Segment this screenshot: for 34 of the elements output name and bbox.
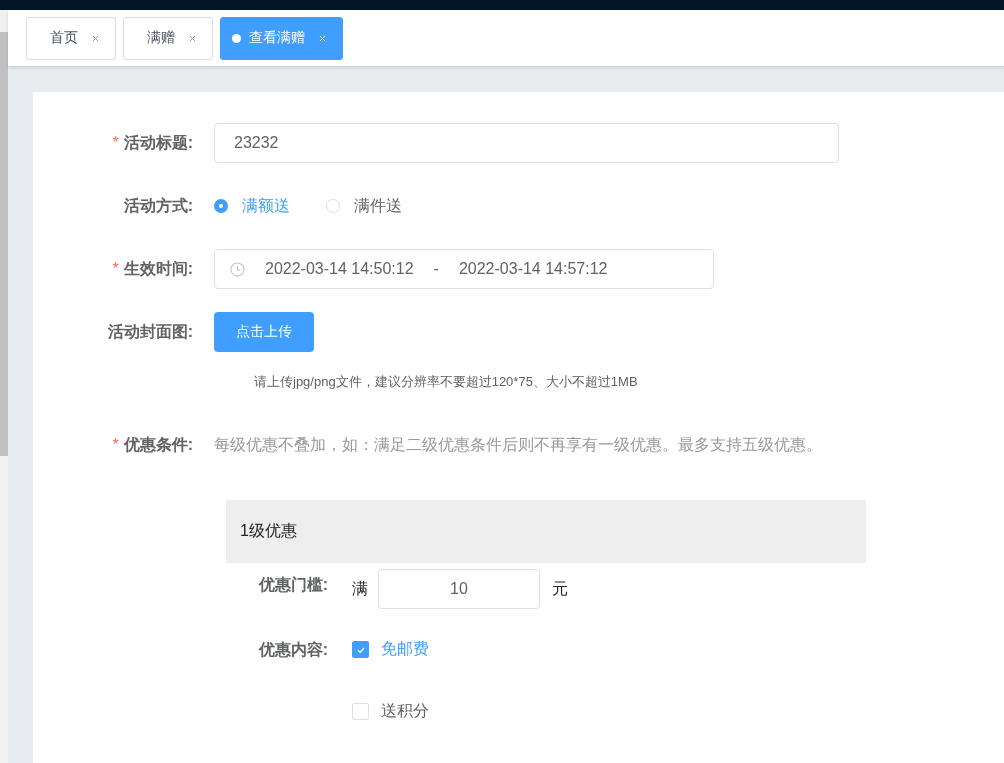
field-label: 优惠内容:	[257, 640, 329, 660]
checkbox[interactable]	[352, 641, 369, 658]
dot-icon	[232, 33, 241, 43]
title-input[interactable]: 23232	[214, 123, 839, 163]
clock-icon	[230, 261, 245, 277]
checkbox-option[interactable]: 送积分	[352, 701, 429, 722]
scrollbar[interactable]	[0, 10, 8, 763]
unit-text: 元	[552, 578, 568, 599]
field-label: 优惠门槛:	[257, 575, 329, 595]
close-icon[interactable]	[92, 34, 99, 42]
close-icon[interactable]	[189, 34, 196, 42]
field-label: 优惠条件:	[123, 435, 193, 453]
radio-option[interactable]: 满件送	[326, 195, 402, 217]
upload-hint: 请上传jpg/png文件，建议分辨率不要超过120*75、大小不超过1MB	[254, 373, 639, 391]
date-range-field[interactable]: 2022-03-14 14:50:12 - 2022-03-14 14:57:12	[214, 249, 714, 289]
radio-button[interactable]	[214, 199, 228, 213]
condition-note: 每级优惠不叠加，如：满足二级优惠条件后则不再享有一级优惠。最多支持五级优惠。	[214, 434, 822, 455]
tab-label[interactable]: 首页	[50, 29, 78, 47]
field-label: 活动标题:	[123, 133, 193, 151]
tab-label[interactable]: 满赠	[147, 29, 175, 47]
checkbox-label[interactable]: 送积分	[381, 701, 429, 722]
field-label: 活动封面图:	[107, 322, 193, 340]
required-mark: *	[112, 133, 119, 151]
amount-input[interactable]: 10	[378, 569, 540, 609]
required-mark: *	[112, 435, 119, 453]
prefix-text: 满	[352, 578, 368, 599]
scrollbar-thumb[interactable]	[0, 32, 8, 456]
tab[interactable]: 首页	[26, 16, 116, 60]
field-label: 活动方式:	[123, 196, 193, 214]
radio-label[interactable]: 满件送	[354, 195, 402, 217]
required-mark: *	[112, 259, 119, 277]
field-label: 生效时间:	[123, 259, 193, 277]
tab[interactable]: 满赠	[123, 16, 213, 60]
tier-header: 1级优惠	[226, 500, 866, 563]
